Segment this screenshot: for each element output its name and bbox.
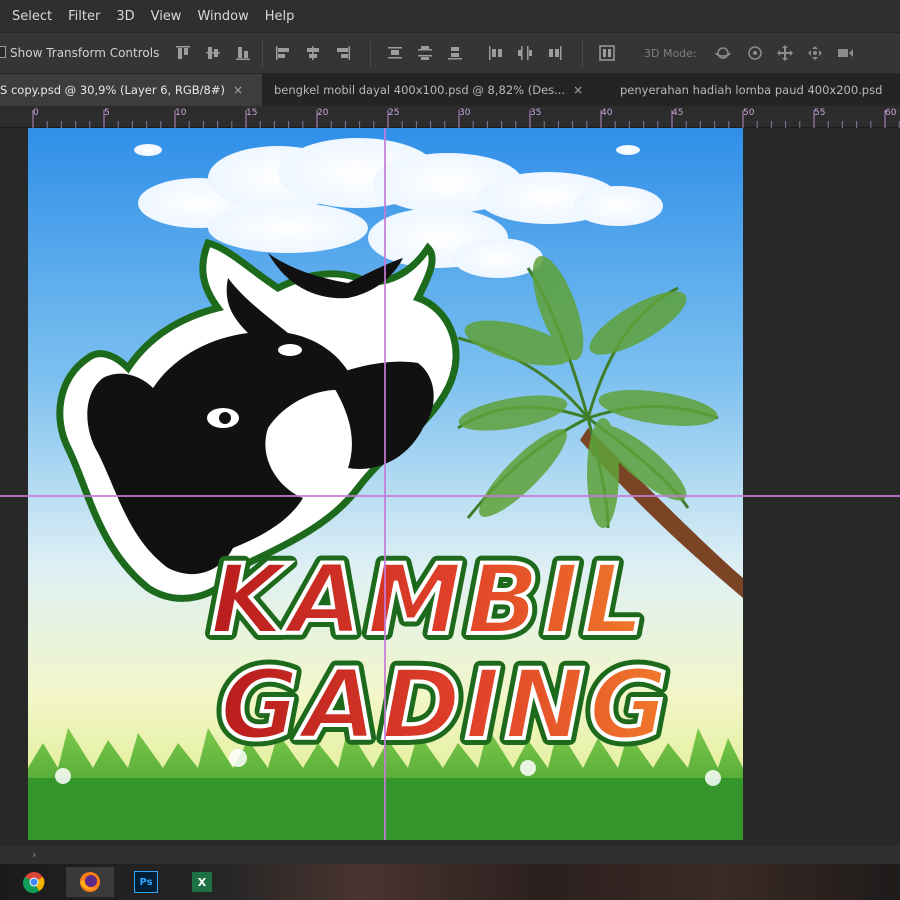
ruler-label: 40 <box>601 108 613 118</box>
align-bottom-edges-icon[interactable] <box>234 44 252 62</box>
menu-view[interactable]: View <box>143 9 190 24</box>
taskbar: Ps X <box>0 864 900 900</box>
align-horizontal-centers-icon[interactable] <box>304 44 322 62</box>
distribute-vertical-centers-icon[interactable] <box>416 44 434 62</box>
photoshop-taskbar-icon[interactable]: Ps <box>122 867 170 897</box>
line2-text: GADING <box>220 649 672 761</box>
tab-label: penyerahan hadiah lomba paud 400x200.psd <box>620 83 883 97</box>
canvas-workarea[interactable]: KAMBIL KAMBIL GADING GADING <box>0 128 900 846</box>
distribute-left-icon[interactable] <box>486 44 504 62</box>
tab-document-penyerahan[interactable]: penyerahan hadiah lomba paud 400x200.psd <box>606 74 900 106</box>
separator <box>262 41 263 67</box>
show-transform-checkbox[interactable] <box>0 46 6 58</box>
ruler-label: 10 <box>175 108 187 118</box>
tab-label: S copy.psd @ 30,9% (Layer 6, RGB/8#) <box>0 83 225 97</box>
ruler-label: 15 <box>246 108 258 118</box>
3d-roll-icon[interactable] <box>746 44 764 62</box>
document-tab-bar: S copy.psd @ 30,9% (Layer 6, RGB/8#) × b… <box>0 74 900 106</box>
ruler-label: 50 <box>743 108 755 118</box>
ruler-label: 55 <box>814 108 826 118</box>
photoshop-window: Select Filter 3D View Window Help Show T… <box>0 0 900 900</box>
ruler-label: 45 <box>672 108 684 118</box>
auto-align-layers-icon[interactable] <box>598 44 616 62</box>
3d-pan-icon[interactable] <box>776 44 794 62</box>
menu-help[interactable]: Help <box>257 9 303 24</box>
menu-window[interactable]: Window <box>189 9 256 24</box>
menu-bar: Select Filter 3D View Window Help <box>0 0 900 32</box>
distribute-top-icon[interactable] <box>386 44 404 62</box>
options-bar: Show Transform Controls 3D Mode: <box>0 32 900 74</box>
excel-icon[interactable]: X <box>178 867 226 897</box>
3d-scale-icon[interactable] <box>836 44 854 62</box>
line1-text: KAMBIL <box>210 544 648 656</box>
tab-document-bengkel[interactable]: bengkel mobil dayal 400x100.psd @ 8,82% … <box>262 74 602 106</box>
distribute-right-icon[interactable] <box>546 44 564 62</box>
chrome-icon[interactable] <box>10 867 58 897</box>
separator <box>370 41 371 67</box>
separator <box>582 41 583 67</box>
ruler-label: 20 <box>317 108 329 118</box>
align-vertical-centers-icon[interactable] <box>204 44 222 62</box>
menu-filter[interactable]: Filter <box>60 9 108 24</box>
firefox-icon[interactable] <box>66 867 114 897</box>
ruler-label: 0 <box>33 108 39 118</box>
3d-slide-icon[interactable] <box>806 44 824 62</box>
menu-3d[interactable]: 3D <box>108 9 142 24</box>
horizontal-guide[interactable] <box>0 495 900 497</box>
tab-label: bengkel mobil dayal 400x100.psd @ 8,82% … <box>274 83 566 97</box>
ruler-label: 5 <box>104 108 110 118</box>
ruler-label: 35 <box>530 108 542 118</box>
ruler-ticks <box>32 110 900 128</box>
close-icon[interactable]: × <box>233 83 243 97</box>
3d-mode-label: 3D Mode: <box>644 47 697 60</box>
horizontal-ruler[interactable]: 0 5 10 15 20 25 30 35 40 45 50 55 60 <box>0 106 900 128</box>
3d-rotate-icon[interactable] <box>714 44 732 62</box>
scroll-right-arrow-icon[interactable]: › <box>32 848 36 861</box>
ruler-label: 60 <box>885 108 897 118</box>
distribute-horizontal-centers-icon[interactable] <box>516 44 534 62</box>
tab-document-active[interactable]: S copy.psd @ 30,9% (Layer 6, RGB/8#) × <box>0 74 262 106</box>
align-left-edges-icon[interactable] <box>274 44 292 62</box>
show-transform-label: Show Transform Controls <box>10 46 160 60</box>
logo-text: KAMBIL KAMBIL GADING GADING <box>203 537 675 768</box>
horizontal-scrollbar[interactable]: › <box>0 846 900 864</box>
ruler-label: 30 <box>459 108 471 118</box>
align-right-edges-icon[interactable] <box>334 44 352 62</box>
excel-label: X <box>192 872 212 892</box>
close-icon[interactable]: × <box>573 83 583 97</box>
distribute-bottom-icon[interactable] <box>446 44 464 62</box>
photoshop-label: Ps <box>134 871 158 893</box>
menu-select[interactable]: Select <box>4 9 60 24</box>
ruler-label: 25 <box>388 108 400 118</box>
align-top-edges-icon[interactable] <box>174 44 192 62</box>
vertical-guide[interactable] <box>384 128 386 840</box>
